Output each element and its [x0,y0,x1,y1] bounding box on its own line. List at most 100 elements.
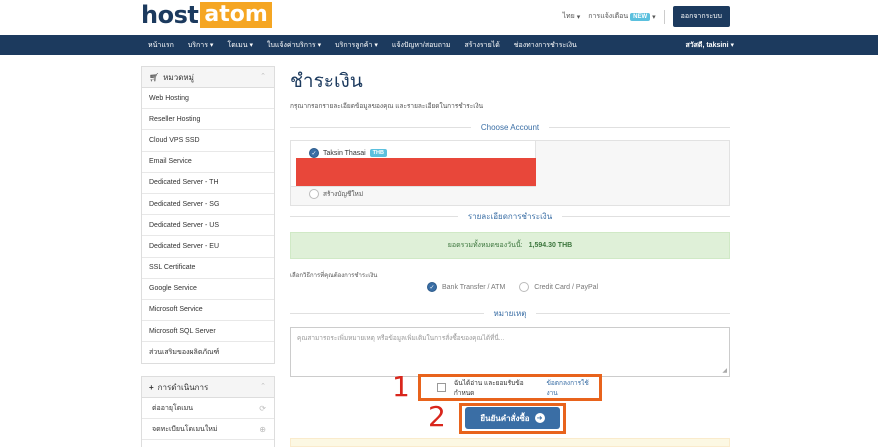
nav-item-label: บริการลูกค้า [335,41,373,49]
sidebar-action-label: ต่ออายุโดเมน [152,404,194,412]
sidebar-category-item[interactable]: Dedicated Server - TH [142,173,274,194]
sidebar-category-item[interactable]: Email Service [142,152,274,173]
page-title: ชำระเงิน [290,70,363,92]
sidebar-category-item[interactable]: Google Service [142,279,274,300]
annotation-number-1: 1 [392,370,410,403]
divider-line [290,126,471,128]
sidebar-category-item[interactable]: Dedicated Server - US [142,215,274,237]
notes-heading: หมายเหตุ [290,307,730,319]
payment-method-label: เลือกวิธีการที่คุณต้องการชำระเงิน [290,273,378,279]
annotation-number-2: 2 [428,400,446,433]
nav-item[interactable]: แจ้งปัญหา/สอบถาม [392,40,451,51]
nav-item-label: ใบแจ้งค่าบริการ [267,41,316,49]
chevron-down-icon: ▾ [247,41,254,49]
sidebar-category-item[interactable]: Microsoft SQL Server [142,321,274,343]
sidebar-category-item[interactable]: Cloud VPS SSD [142,130,274,152]
sidebar-category-item[interactable]: SSL Certificate [142,258,274,279]
sidebar-category-item[interactable]: ส่วนเสริมของผลิตภัณฑ์ [142,342,274,363]
refresh-icon: ⟳ [259,403,266,413]
payment-option-bank-label: Bank Transfer / ATM [442,283,506,291]
nav-item[interactable]: ใบแจ้งค่าบริการ ▾ [267,40,321,51]
notes-textarea[interactable]: คุณสามารถระเพิ่มหมายเหตุ หรือข้อมูลเพิ่ม… [290,327,730,377]
categories-panel: 🛒︎ หมวดหมู่ ⌃ Web Hosting Reseller Hostin… [141,66,275,365]
intro-text: กรุณากรอกรายละเอียดข้อมูลของคุณ และรายละ… [290,103,484,110]
radio-selected-icon[interactable]: ✓ [309,148,319,158]
radio-selected-icon[interactable]: ✓ [427,282,437,292]
terms-text: ฉันได้อ่าน และยอมรับข้อกำหนด [453,379,524,397]
user-menu[interactable]: สวัสดี, taksini ▾ [685,35,734,55]
notice-strip [290,438,730,447]
redacted-account-details [296,158,536,186]
payment-option-bank[interactable]: ✓ Bank Transfer / ATM [427,282,505,292]
logo-atom-text: atom [200,2,272,28]
language-selector[interactable]: ไทย ▾ [563,11,581,22]
sidebar-action-label: จดทะเบียนโดเมนใหม่ [152,425,218,433]
new-account-option[interactable]: สร้างบัญชีใหม่ [309,189,363,199]
divider-line [290,215,458,217]
cart-icon: 🛒︎ [149,72,160,82]
notes-placeholder: คุณสามารถระเพิ่มหมายเหตุ หรือข้อมูลเพิ่ม… [297,335,505,342]
choose-account-heading: Choose Account [290,121,731,133]
sidebar-category-item[interactable]: Web Hosting [142,88,274,110]
new-badge: NEW [630,12,651,21]
account-row: ✓ Taksin Thasai THB [309,148,387,158]
actions-panel-header[interactable]: + การดำเนินการ ⌃ [142,377,274,398]
nav-item[interactable]: สร้างรายได้ [465,40,500,51]
confirm-order-button[interactable]: ยืนยันคำสั่งซื้อ ➜ [465,407,560,429]
logout-button[interactable]: ออกจากระบบ [672,6,730,27]
nav-item[interactable]: โดเมน ▾ [227,40,253,51]
total-label: ยอดรวมทั้งหมดของวันนี้: [447,242,523,249]
chevron-down-icon: ▾ [652,13,656,21]
total-due-box: ยอดรวมทั้งหมดของวันนี้: 1,594.30 THB [290,232,730,259]
divider-line [562,215,731,217]
actions-title: การดำเนินการ [157,382,209,392]
radio-unselected-icon[interactable] [519,282,530,292]
currency-tag: THB [369,149,387,157]
payment-method-options: ✓ Bank Transfer / ATM Credit Card / PayP… [427,282,598,292]
payment-option-card[interactable]: Credit Card / PayPal [519,282,598,292]
resize-handle-icon[interactable]: ◢ [722,367,727,374]
categories-panel-header[interactable]: 🛒︎ หมวดหมู่ ⌃ [142,67,274,88]
logo[interactable]: host atom [141,1,272,29]
chevron-down-icon: ▾ [372,41,378,49]
sidebar-action-item[interactable]: จดทะเบียนโดเมนใหม่ ⊕ [142,419,274,440]
nav-item[interactable]: บริการลูกค้า ▾ [335,40,378,51]
nav-item[interactable]: บริการ ▾ [188,40,214,51]
notes-label: หมายเหตุ [493,308,527,318]
nav-item-label: แจ้งปัญหา/สอบถาม [391,41,451,49]
sidebar-category-item[interactable]: Reseller Hosting [142,109,274,131]
terms-checkbox[interactable] [437,383,446,392]
terms-link[interactable]: ข้อตกลงการใช้งาน [546,378,599,398]
total-amount: 1,594.30 THB [528,242,573,249]
payment-details-heading: รายละเอียดการชำระเงิน [290,210,731,222]
categories-list: Web Hosting Reseller Hosting Cloud VPS SSD… [142,88,274,363]
sidebar-category-item[interactable]: Dedicated Server - SG [142,194,274,216]
nav-item[interactable]: หน้าแรก [148,40,174,51]
nav-item-label: บริการ [187,41,208,49]
sidebar-category-item[interactable]: Microsoft Service [142,300,274,322]
nav-item-label: สร้างรายได้ [464,41,500,49]
existing-account-option[interactable]: ✓ Taksin Thasai THB [291,141,536,187]
nav-item-label: หน้าแรก [148,41,174,49]
nav-item-label: โดเมน [227,41,248,49]
categories-title: หมวดหมู่ [163,72,194,82]
chevron-down-icon: ▾ [207,41,214,49]
account-selector: ✓ Taksin Thasai THB สร้างบัญชีใหม่ [290,140,730,206]
user-greeting: สวัสดี, taksini [685,41,729,49]
arrow-right-icon: ➜ [534,413,545,423]
nav-menu: หน้าแรก บริการ ▾ โดเมน ▾ ใบแจ้งค่าบริการ ▾ บ… [148,35,577,55]
sidebar-action-item[interactable]: ต่ออายุโดเมน ⟳ [142,398,274,419]
payment-option-card-label: Credit Card / PayPal [534,283,599,291]
radio-unselected-icon[interactable] [309,189,319,199]
nav-item[interactable]: ช่องทางการชำระเงิน [514,40,577,51]
choose-account-label: Choose Account [480,122,540,132]
plus-icon: + [149,382,154,392]
chevron-up-icon[interactable]: ⌃ [260,382,266,390]
chevron-up-icon[interactable]: ⌃ [260,72,266,80]
terms-agreement: ฉันได้อ่าน และยอมรับข้อกำหนด ข้อตกลงการใ… [418,374,602,401]
sidebar-category-item[interactable]: Dedicated Server - EU [142,236,274,258]
globe-icon: ⊕ [259,424,266,434]
language-label: ไทย [562,13,575,20]
notifications-menu[interactable]: การแจ้งเตือน NEW ▾ [588,11,656,22]
nav-item-label: ช่องทางการชำระเงิน [513,41,577,49]
